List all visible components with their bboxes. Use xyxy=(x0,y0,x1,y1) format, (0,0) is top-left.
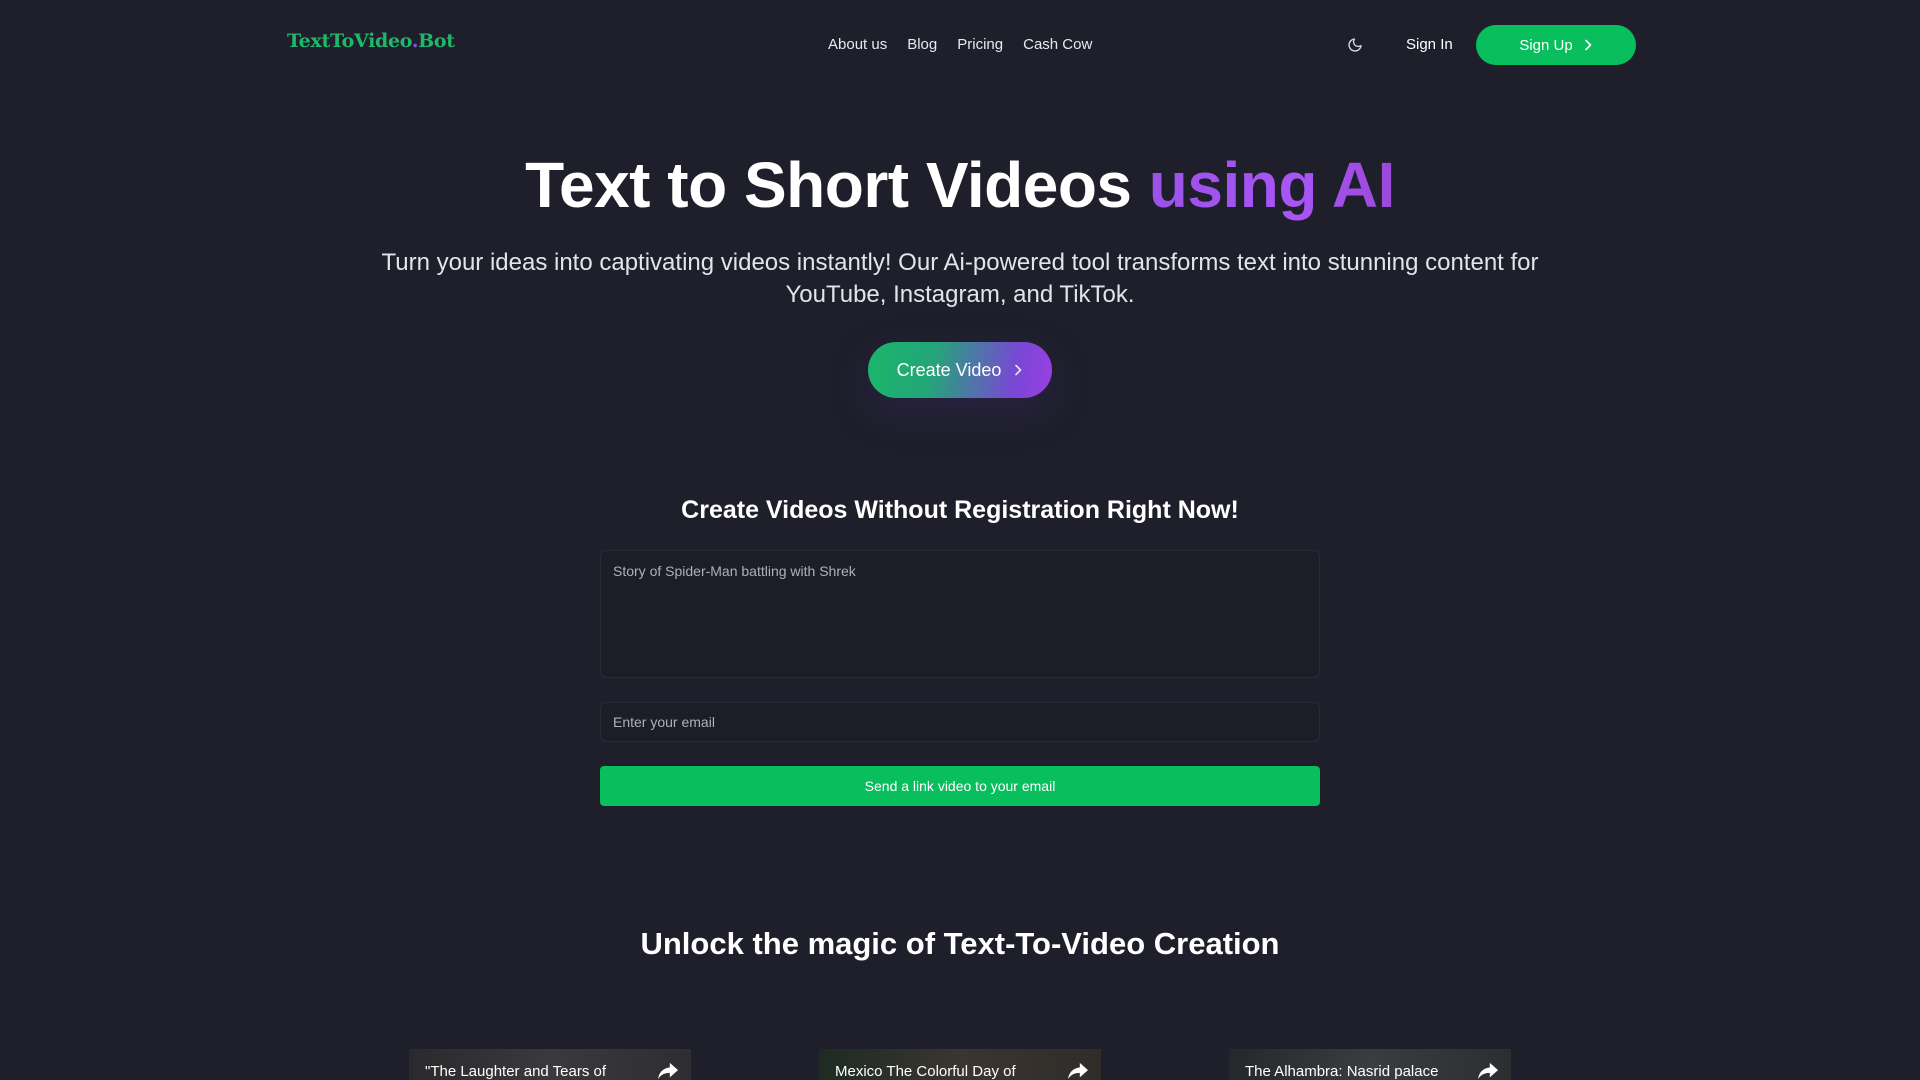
page: TextToVideo.Bot About us Blog Pricing Ca… xyxy=(0,0,1920,1080)
sign-in-link[interactable]: Sign In xyxy=(1406,36,1453,53)
theme-toggle-button[interactable] xyxy=(1344,34,1366,56)
create-video-button[interactable]: Create Video xyxy=(868,342,1052,398)
logo-tail: Bot xyxy=(418,30,455,52)
moon-icon xyxy=(1348,38,1362,52)
hero-title-main: Text to Short Videos xyxy=(525,149,1149,221)
video-card-title: The Alhambra: Nasrid palace xyxy=(1245,1063,1439,1080)
nav-blog[interactable]: Blog xyxy=(907,36,937,53)
chevron-right-icon xyxy=(1584,39,1591,51)
create-video-label: Create Video xyxy=(896,359,1002,380)
site-header: TextToVideo.Bot About us Blog Pricing Ca… xyxy=(0,0,1920,90)
hero-title: Text to Short Videos using AI xyxy=(0,148,1920,222)
prompt-textarea[interactable] xyxy=(600,550,1320,678)
showcase-title: Unlock the magic of Text-To-Video Creati… xyxy=(640,926,1280,961)
video-card[interactable]: Mexico The Colorful Day of xyxy=(819,1049,1101,1080)
main-nav: About us Blog Pricing Cash Cow xyxy=(828,36,1092,53)
video-card-title: "The Laughter and Tears of xyxy=(425,1063,607,1080)
video-card-title: Mexico The Colorful Day of xyxy=(835,1063,1016,1080)
hero-subtitle: Turn your ideas into captivating videos … xyxy=(381,249,1539,308)
share-icon[interactable] xyxy=(657,1061,679,1080)
sign-up-button[interactable]: Sign Up xyxy=(1476,25,1636,65)
email-field[interactable] xyxy=(600,702,1320,742)
hero-title-accent: using AI xyxy=(1148,149,1396,221)
logo-main: TextToVideo xyxy=(287,30,412,52)
sign-up-label: Sign Up xyxy=(1519,36,1573,54)
nav-cash-cow[interactable]: Cash Cow xyxy=(1023,36,1092,53)
video-card[interactable]: The Alhambra: Nasrid palace xyxy=(1229,1049,1511,1080)
nav-about-us[interactable]: About us xyxy=(828,36,887,53)
nav-pricing[interactable]: Pricing xyxy=(957,36,1003,53)
share-icon[interactable] xyxy=(1067,1061,1089,1080)
video-card[interactable]: "The Laughter and Tears of xyxy=(409,1049,691,1080)
form-title: Create Videos Without Registration Right… xyxy=(681,496,1239,524)
send-link-button[interactable]: Send a link video to your email xyxy=(600,766,1320,806)
logo[interactable]: TextToVideo.Bot xyxy=(287,30,455,52)
share-icon[interactable] xyxy=(1477,1061,1499,1080)
chevron-right-icon xyxy=(1015,364,1022,376)
